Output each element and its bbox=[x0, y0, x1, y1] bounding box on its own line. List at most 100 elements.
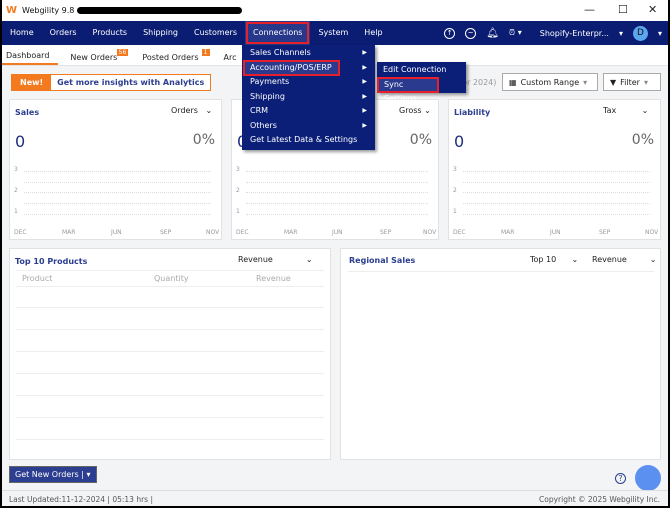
chat-icon[interactable] bbox=[635, 465, 661, 491]
footer: Last Updated:11-12-2024 | 05:13 hrs | Co… bbox=[2, 490, 668, 506]
tab-dashboard[interactable]: Dashboard bbox=[2, 51, 59, 65]
nav-customers[interactable]: Customers bbox=[186, 21, 245, 45]
filter-icon: ▼ bbox=[610, 77, 617, 87]
help-icon[interactable]: ? bbox=[615, 473, 626, 484]
card-title: Top 10 Products bbox=[15, 257, 88, 266]
chevron-down-icon: ▾ bbox=[583, 77, 588, 87]
x-tick: JUN bbox=[550, 229, 561, 236]
x-tick: SEP bbox=[160, 229, 172, 236]
menu-accounting-pos-erp[interactable]: Accounting/POS/ERP ▶ bbox=[243, 60, 367, 76]
alarm-icon[interactable]: ⏰︎ ▾ bbox=[509, 28, 522, 38]
menu-get-latest-data[interactable]: Get Latest Data & Settings bbox=[244, 133, 373, 147]
card-percent: 0% bbox=[409, 132, 432, 148]
x-tick: JUN bbox=[332, 229, 343, 236]
x-tick: MAR bbox=[62, 229, 76, 236]
card-value: 0 bbox=[454, 132, 465, 151]
card-title: Sales bbox=[15, 108, 40, 117]
menu-sync-settings[interactable]: Sync Settings bbox=[377, 77, 439, 103]
menu-edit-connection[interactable]: Edit Connection bbox=[377, 63, 464, 77]
chevron-down-icon: ▾ bbox=[643, 77, 648, 87]
main-nav: Home Orders Products Shipping Customers … bbox=[2, 21, 668, 45]
x-tick: DEC bbox=[453, 229, 466, 236]
x-tick: NOV bbox=[206, 229, 220, 236]
y-tick: 3 bbox=[14, 166, 18, 173]
y-tick: 3 bbox=[453, 166, 457, 173]
new-badge: New! bbox=[12, 75, 52, 90]
column-header: Product bbox=[22, 274, 53, 283]
last-updated: Last Updated:11-12-2024 | 05:13 hrs | bbox=[9, 495, 153, 504]
y-tick: 2 bbox=[14, 187, 18, 194]
column-header: Quantity bbox=[154, 274, 189, 283]
y-tick: 2 bbox=[453, 187, 457, 194]
nav-products[interactable]: Products bbox=[85, 21, 136, 45]
title-bar: W Webgility 9.8 — ☐ ✕ bbox=[2, 0, 668, 21]
posted-orders-badge: 1 bbox=[201, 49, 210, 56]
bell-icon[interactable]: 🔔︎ bbox=[486, 28, 499, 39]
button-label: Get New Orders bbox=[15, 470, 79, 479]
app-window: W Webgility 9.8 — ☐ ✕ Home Orders Produc… bbox=[2, 0, 668, 506]
analytics-banner[interactable]: New! Get more insights with Analytics bbox=[11, 74, 212, 91]
liability-card: Liability Tax ⌄ 0 0% 3 2 1 DEC MAR JUN SEP NOV bbox=[448, 99, 661, 240]
store-selector[interactable]: Shopify-Enterpr... bbox=[540, 29, 609, 38]
x-tick: SEP bbox=[599, 229, 611, 236]
upload-icon[interactable]: ↑ bbox=[444, 27, 456, 39]
new-orders-badge: 56 bbox=[116, 49, 129, 56]
close-button[interactable]: ✕ bbox=[648, 3, 657, 16]
nav-connections[interactable]: Connections bbox=[245, 21, 311, 45]
activity-icon[interactable]: ~ bbox=[465, 27, 477, 39]
regional-sales-card: Regional Sales Top 10 ⌄ Revenue ⌄ bbox=[340, 248, 661, 460]
filter-label: Filter bbox=[620, 77, 640, 87]
regional-top-select[interactable]: Top 10 ⌄ bbox=[530, 255, 578, 264]
top-products-metric-select[interactable]: Revenue ⌄ bbox=[238, 255, 313, 264]
menu-payments[interactable]: Payments ▶ bbox=[244, 75, 373, 89]
calendar-icon: ▦ bbox=[509, 77, 517, 87]
nav-help[interactable]: Help bbox=[356, 21, 390, 45]
card-percent: 0% bbox=[631, 132, 654, 148]
x-tick: JUN bbox=[111, 229, 122, 236]
regional-metric-select[interactable]: Revenue ⌄ bbox=[592, 255, 656, 264]
tab-label: New Orders bbox=[70, 53, 118, 62]
tab-new-orders[interactable]: New Orders 56 bbox=[66, 49, 129, 65]
minimize-button[interactable]: — bbox=[584, 3, 595, 16]
x-tick: MAR bbox=[284, 229, 298, 236]
y-tick: 1 bbox=[236, 208, 240, 215]
tab-posted-orders[interactable]: Posted Orders 1 bbox=[138, 49, 210, 65]
x-tick: MAR bbox=[501, 229, 515, 236]
sales-card: Sales Orders ⌄ 0 0% 3 2 1 DEC MAR JUN SEP NOV bbox=[9, 99, 222, 240]
maximize-button[interactable]: ☐ bbox=[618, 3, 628, 16]
x-tick: DEC bbox=[236, 229, 249, 236]
top-products-card: Top 10 Products Revenue ⌄ Product Quanti… bbox=[9, 248, 331, 460]
x-tick: NOV bbox=[645, 229, 659, 236]
redacted-text bbox=[77, 7, 243, 14]
liability-metric-select[interactable]: Tax ⌄ bbox=[603, 106, 648, 115]
window-title: Webgility 9.8 bbox=[22, 6, 75, 15]
custom-range-label: Custom Range bbox=[520, 77, 580, 87]
nav-shipping[interactable]: Shipping bbox=[135, 21, 186, 45]
nav-system[interactable]: System bbox=[310, 21, 356, 45]
avatar[interactable]: D bbox=[632, 25, 648, 41]
date-range-text: pr 2024) bbox=[462, 78, 497, 87]
card-value: 0 bbox=[15, 132, 26, 151]
y-tick: 1 bbox=[14, 208, 18, 215]
y-tick: 1 bbox=[453, 208, 457, 215]
menu-shipping[interactable]: Shipping ▶ bbox=[244, 90, 373, 104]
sales-metric-select[interactable]: Orders ⌄ bbox=[171, 106, 212, 115]
connections-menu: Sales Channels ▶ Accounting/POS/ERP ▶ Paym… bbox=[242, 45, 375, 150]
get-new-orders-button[interactable]: Get New Orders | ▾ bbox=[9, 466, 97, 483]
filter-button[interactable]: ▼ Filter ▾ bbox=[603, 73, 661, 91]
copyright: Copyright © 2025 Webgility Inc. bbox=[539, 495, 660, 504]
gross-metric-select[interactable]: Gross ⌄ bbox=[399, 106, 431, 115]
card-title: Regional Sales bbox=[349, 256, 416, 265]
menu-sales-channels[interactable]: Sales Channels ▶ bbox=[244, 46, 373, 60]
chevron-down-icon[interactable]: ▾ bbox=[86, 470, 90, 479]
nav-home[interactable]: Home bbox=[2, 21, 42, 45]
x-tick: DEC bbox=[14, 229, 27, 236]
menu-others[interactable]: Others ▶ bbox=[244, 119, 373, 133]
menu-crm[interactable]: CRM ▶ bbox=[244, 104, 373, 118]
custom-range-dropdown[interactable]: ▦ Custom Range ▾ bbox=[502, 73, 598, 91]
avatar-chevron-icon[interactable]: ▾ bbox=[658, 29, 662, 38]
nav-orders[interactable]: Orders bbox=[42, 21, 85, 45]
x-tick: NOV bbox=[423, 229, 437, 236]
y-tick: 2 bbox=[236, 187, 240, 194]
y-tick: 3 bbox=[236, 166, 240, 173]
